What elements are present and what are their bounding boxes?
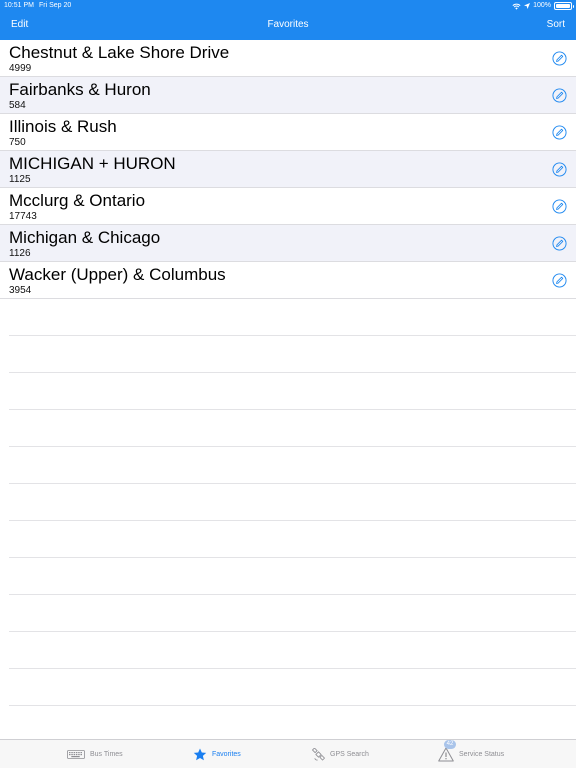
warning-icon	[438, 747, 454, 761]
tab-bar: Bus Times Favorites GPS Search 42 Servic…	[0, 739, 576, 768]
edit-pencil-icon[interactable]	[552, 162, 567, 177]
wifi-icon	[512, 3, 521, 10]
empty-row	[9, 595, 576, 632]
stop-id: 4999	[9, 63, 32, 74]
tab-label: Service Status	[459, 751, 505, 758]
status-bar: 10:51 PM Fri Sep 20 100%	[0, 0, 576, 12]
tab-favorites[interactable]: Favorites	[193, 740, 241, 769]
stop-id: 750	[9, 137, 26, 148]
empty-row	[9, 410, 576, 447]
tab-service-status[interactable]: 42 Service Status	[438, 739, 505, 769]
edit-pencil-icon[interactable]	[552, 199, 567, 214]
status-indicators: 100%	[512, 0, 574, 12]
empty-row	[9, 632, 576, 669]
tab-gps-search[interactable]: GPS Search	[312, 740, 369, 769]
empty-row	[9, 447, 576, 484]
stop-name: Illinois & Rush	[9, 117, 117, 136]
favorite-row[interactable]: Mcclurg & Ontario 17743	[0, 188, 576, 225]
stop-name: Fairbanks & Huron	[9, 80, 151, 99]
status-time: 10:51 PM	[4, 2, 34, 9]
favorites-list: Chestnut & Lake Shore Drive 4999 Fairban…	[0, 40, 576, 299]
notification-badge: 42	[444, 739, 456, 749]
favorite-row[interactable]: MICHIGAN + HURON 1125	[0, 151, 576, 188]
battery-icon	[554, 2, 574, 10]
empty-row	[9, 299, 576, 336]
stop-name: Michigan & Chicago	[9, 228, 161, 247]
tab-label: GPS Search	[330, 751, 369, 758]
favorite-row[interactable]: Michigan & Chicago 1126	[0, 225, 576, 262]
edit-pencil-icon[interactable]	[552, 88, 567, 103]
empty-row	[9, 484, 576, 521]
sort-button[interactable]: Sort	[547, 18, 565, 32]
stop-name: Wacker (Upper) & Columbus	[9, 265, 226, 284]
favorite-row[interactable]: Fairbanks & Huron 584	[0, 77, 576, 114]
empty-row	[9, 558, 576, 595]
stop-id: 584	[9, 100, 26, 111]
tab-label: Favorites	[212, 751, 241, 758]
star-icon	[193, 748, 207, 761]
edit-button[interactable]: Edit	[11, 18, 28, 32]
navigation-header: 10:51 PM Fri Sep 20 100% Edit Favorites …	[0, 0, 576, 40]
empty-row	[9, 669, 576, 706]
stop-name: Chestnut & Lake Shore Drive	[9, 43, 230, 62]
empty-table-rows	[0, 299, 576, 743]
stop-name: Mcclurg & Ontario	[9, 191, 146, 210]
location-arrow-icon	[524, 3, 531, 9]
status-date: Fri Sep 20	[39, 2, 72, 9]
empty-row	[9, 373, 576, 410]
stop-id: 3954	[9, 285, 32, 296]
favorite-row[interactable]: Illinois & Rush 750	[0, 114, 576, 151]
edit-pencil-icon[interactable]	[552, 236, 567, 251]
warning-icon-wrap: 42	[438, 739, 456, 763]
stop-id: 1125	[9, 174, 31, 185]
favorite-row[interactable]: Chestnut & Lake Shore Drive 4999	[0, 40, 576, 77]
battery-percent: 100%	[533, 2, 551, 9]
empty-row	[9, 521, 576, 558]
empty-row	[9, 706, 576, 743]
satellite-icon	[312, 748, 325, 761]
empty-row	[9, 336, 576, 373]
keyboard-icon	[67, 750, 85, 759]
favorite-row[interactable]: Wacker (Upper) & Columbus 3954	[0, 262, 576, 299]
edit-pencil-icon[interactable]	[552, 273, 567, 288]
stop-name: MICHIGAN + HURON	[9, 154, 176, 173]
tab-label: Bus Times	[90, 751, 123, 758]
tab-bus-times[interactable]: Bus Times	[67, 740, 123, 769]
page-title: Favorites	[267, 19, 309, 30]
stop-id: 17743	[9, 211, 37, 222]
stop-id: 1126	[9, 248, 31, 259]
edit-pencil-icon[interactable]	[552, 125, 567, 140]
edit-pencil-icon[interactable]	[552, 51, 567, 66]
